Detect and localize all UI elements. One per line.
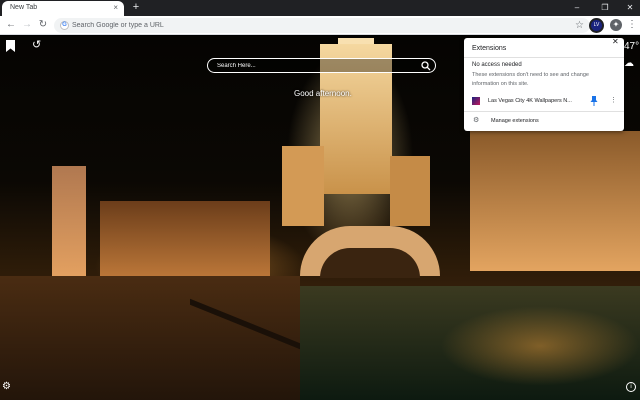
tab-new-tab[interactable]: New Tab × bbox=[2, 1, 124, 16]
gear-icon: ⚙ bbox=[473, 117, 480, 124]
manage-extensions-label: Manage extensions bbox=[491, 118, 539, 124]
tab-title: New Tab bbox=[10, 4, 38, 11]
popup-description: These extensions don't need to see and c… bbox=[472, 72, 589, 87]
more-icon[interactable]: ⋮ bbox=[610, 96, 617, 106]
star-icon[interactable]: ☆ bbox=[575, 19, 584, 32]
gear-icon[interactable]: ⚙ bbox=[2, 382, 12, 392]
las-vegas-extension-button[interactable]: LV bbox=[589, 18, 604, 33]
close-icon[interactable]: ✕ bbox=[612, 37, 619, 46]
forward-button[interactable]: → bbox=[21, 19, 33, 31]
greeting-text: Good afternoon. bbox=[294, 89, 352, 98]
restore-button[interactable]: ❐ bbox=[598, 2, 612, 14]
extension-icon bbox=[472, 97, 480, 105]
extension-name[interactable]: Las Vegas City 4K Wallpapers N... bbox=[488, 98, 580, 104]
divider bbox=[464, 57, 624, 58]
search-icon[interactable] bbox=[421, 61, 431, 71]
weather-icon: ☁ bbox=[624, 58, 634, 69]
popup-title: Extensions bbox=[472, 45, 507, 52]
search-box[interactable] bbox=[207, 58, 436, 73]
omnibox-input[interactable] bbox=[72, 18, 552, 33]
more-icon[interactable]: ⋮ bbox=[627, 19, 637, 31]
reload-button[interactable]: ↻ bbox=[37, 19, 49, 31]
google-icon: G bbox=[60, 21, 69, 30]
tab-strip: New Tab × + – ❐ ✕ bbox=[0, 0, 640, 16]
popup-subtitle: No access needed bbox=[472, 62, 522, 68]
info-icon[interactable]: i bbox=[626, 382, 636, 392]
browser-toolbar: ← → ↻ G ☆ LV ✦ ⋮ bbox=[0, 16, 640, 35]
minimize-button[interactable]: – bbox=[570, 2, 584, 14]
bookmark-icon[interactable] bbox=[6, 40, 15, 52]
close-icon[interactable]: × bbox=[113, 3, 118, 13]
extensions-popup: Extensions ✕ No access needed These exte… bbox=[464, 37, 624, 131]
history-icon[interactable]: ↺ bbox=[32, 39, 44, 51]
new-tab-button[interactable]: + bbox=[130, 1, 142, 14]
puzzle-icon[interactable]: ✦ bbox=[610, 19, 622, 31]
omnibox[interactable]: G ☆ bbox=[54, 18, 590, 33]
manage-extensions-button[interactable]: ⚙ Manage extensions bbox=[464, 114, 624, 128]
divider bbox=[464, 111, 624, 112]
back-button[interactable]: ← bbox=[5, 19, 17, 31]
search-input[interactable] bbox=[217, 59, 417, 72]
pin-icon[interactable] bbox=[590, 96, 598, 106]
window-close-button[interactable]: ✕ bbox=[623, 2, 637, 14]
extension-row[interactable]: Las Vegas City 4K Wallpapers N... ⋮ bbox=[464, 94, 624, 108]
temperature: 47° bbox=[624, 41, 640, 52]
